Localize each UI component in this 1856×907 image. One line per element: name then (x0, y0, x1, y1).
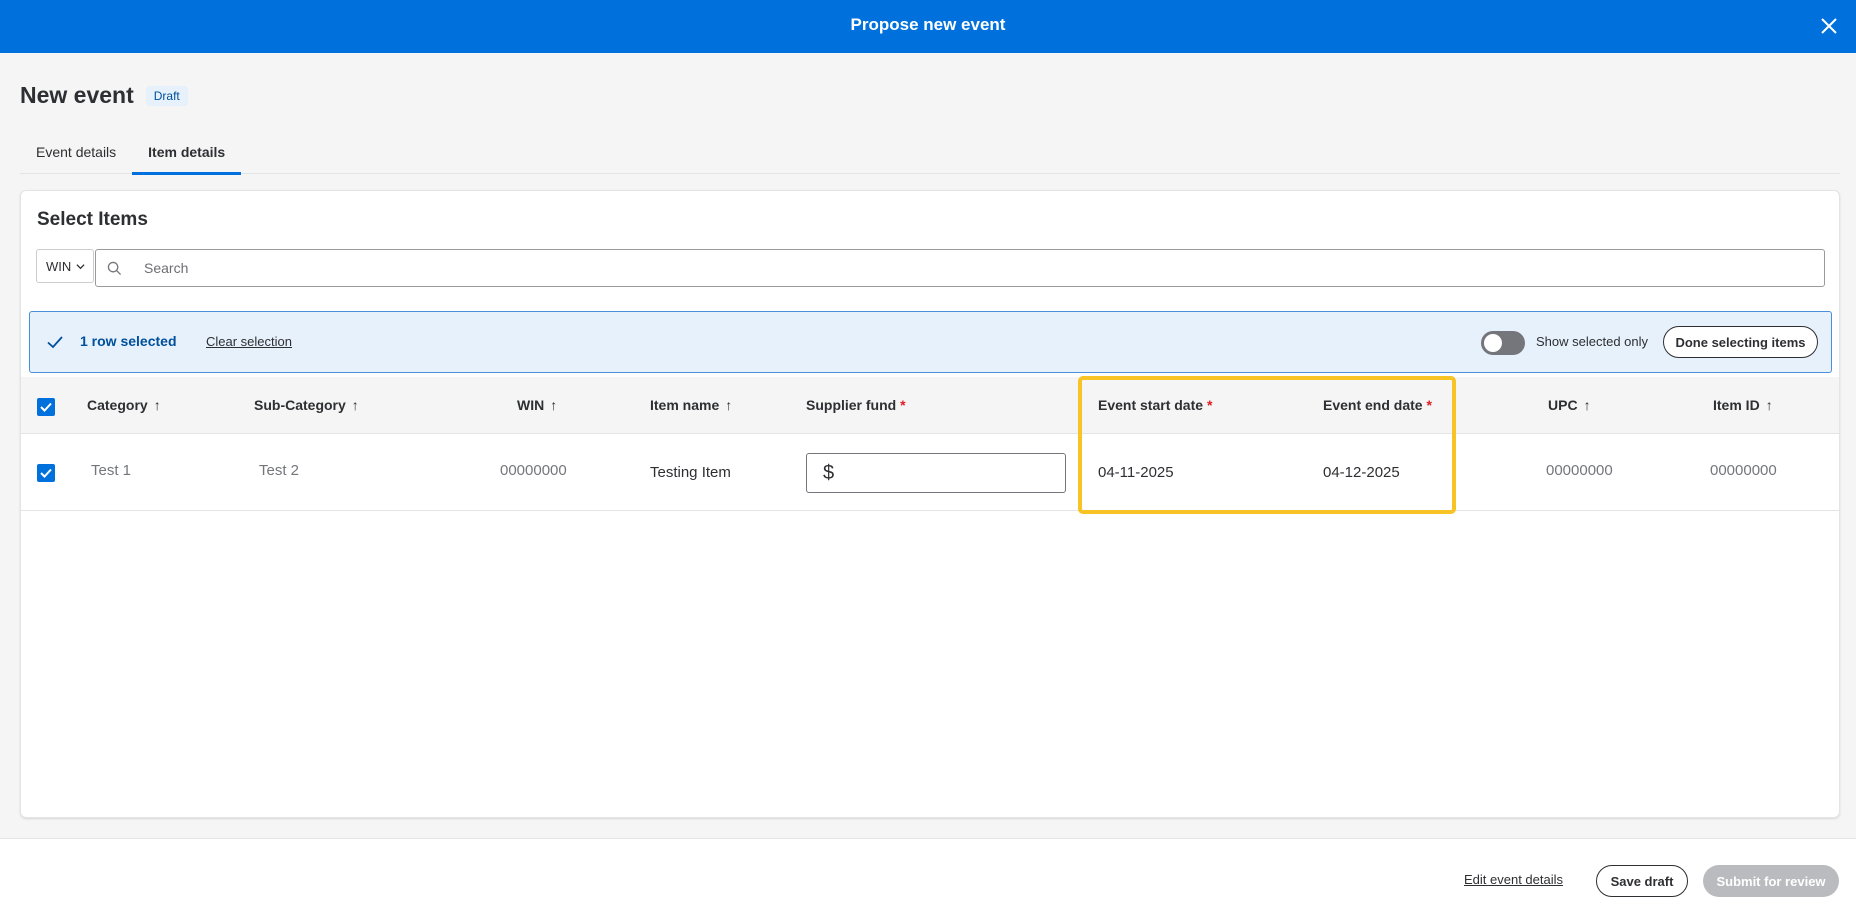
sort-arrow-icon: ↑ (351, 397, 359, 413)
column-header-win[interactable]: WIN ↑ (517, 397, 557, 413)
table-header: Category ↑ Sub-Category ↑ WIN ↑ Item name ↑ … (21, 377, 1839, 434)
column-header-item-id[interactable]: Item ID ↑ (1713, 397, 1773, 413)
column-header-sub-category[interactable]: Sub-Category ↑ (254, 397, 359, 413)
currency-prefix: $ (823, 462, 835, 484)
search-icon (107, 261, 122, 276)
required-marker: * (1206, 397, 1213, 413)
tab-event-details[interactable]: Event details (20, 138, 132, 174)
cell-event-end-date: 04-12-2025 (1323, 464, 1400, 481)
select-items-card: Select Items WIN 1 row selected Clear se… (20, 190, 1840, 818)
page-header: New event Draft (20, 82, 188, 109)
cell-event-start-date: 04-11-2025 (1098, 464, 1174, 481)
cell-category: Test 1 (91, 462, 132, 479)
column-header-event-end-date: Event end date * (1323, 397, 1432, 413)
column-header-supplier-fund: Supplier fund * (806, 397, 906, 413)
selected-count: 1 row selected (80, 333, 177, 349)
sort-arrow-icon: ↑ (153, 397, 161, 413)
close-icon[interactable] (1816, 13, 1842, 39)
modal-title: Propose new event (850, 15, 1006, 34)
supplier-fund-field[interactable]: $ (806, 453, 1066, 493)
submit-for-review-button[interactable]: Submit for review (1703, 865, 1839, 897)
supplier-fund-input[interactable] (845, 463, 1055, 485)
cell-item-name: Testing Item (650, 464, 731, 481)
toggle-knob (1484, 334, 1502, 352)
done-selecting-button[interactable]: Done selecting items (1663, 326, 1818, 358)
id-type-select[interactable]: WIN (36, 249, 94, 283)
cell-upc: 00000000 (1546, 462, 1613, 479)
table-row: Test 1 Test 2 00000000 Testing Item $ 04… (21, 435, 1839, 511)
select-all-checkbox[interactable] (37, 398, 55, 416)
footer-bar: Edit event details Save draft Submit for… (0, 838, 1856, 907)
chevron-down-icon (76, 263, 85, 269)
checkmark-icon (40, 468, 52, 478)
sort-arrow-icon: ↑ (1583, 397, 1591, 413)
sort-arrow-icon: ↑ (550, 397, 558, 413)
card-title: Select Items (37, 209, 148, 230)
page-title: New event (20, 82, 134, 108)
required-marker: * (900, 397, 906, 413)
checkmark-icon (40, 402, 52, 412)
cell-win: 00000000 (500, 462, 567, 479)
row-checkbox[interactable] (37, 464, 55, 482)
cell-item-id: 00000000 (1710, 462, 1777, 479)
check-icon (47, 336, 63, 349)
required-marker: * (1426, 397, 1432, 413)
save-draft-button[interactable]: Save draft (1596, 865, 1688, 897)
edit-event-details-link[interactable]: Edit event details (1464, 872, 1563, 887)
id-type-value: WIN (46, 258, 72, 274)
sort-arrow-icon: ↑ (1765, 397, 1773, 413)
show-selected-label: Show selected only (1536, 334, 1649, 349)
show-selected-toggle[interactable] (1481, 331, 1525, 355)
status-badge: Draft (145, 85, 188, 106)
tab-item-details[interactable]: Item details (132, 138, 242, 175)
sort-arrow-icon: ↑ (725, 397, 733, 413)
column-header-event-start-date: Event start date * (1098, 397, 1213, 413)
search-box[interactable] (95, 249, 1825, 287)
search-input[interactable] (144, 257, 1804, 279)
clear-selection-link[interactable]: Clear selection (206, 334, 292, 349)
modal-header: Propose new event (0, 0, 1856, 53)
cell-sub-category: Test 2 (259, 462, 300, 479)
column-header-upc[interactable]: UPC ↑ (1548, 397, 1591, 413)
column-header-category[interactable]: Category ↑ (87, 397, 161, 413)
tab-bar: Event details Item details (20, 138, 1840, 175)
column-header-item-name[interactable]: Item name ↑ (650, 397, 732, 413)
selection-bar: 1 row selected Clear selection Show sele… (29, 311, 1832, 373)
